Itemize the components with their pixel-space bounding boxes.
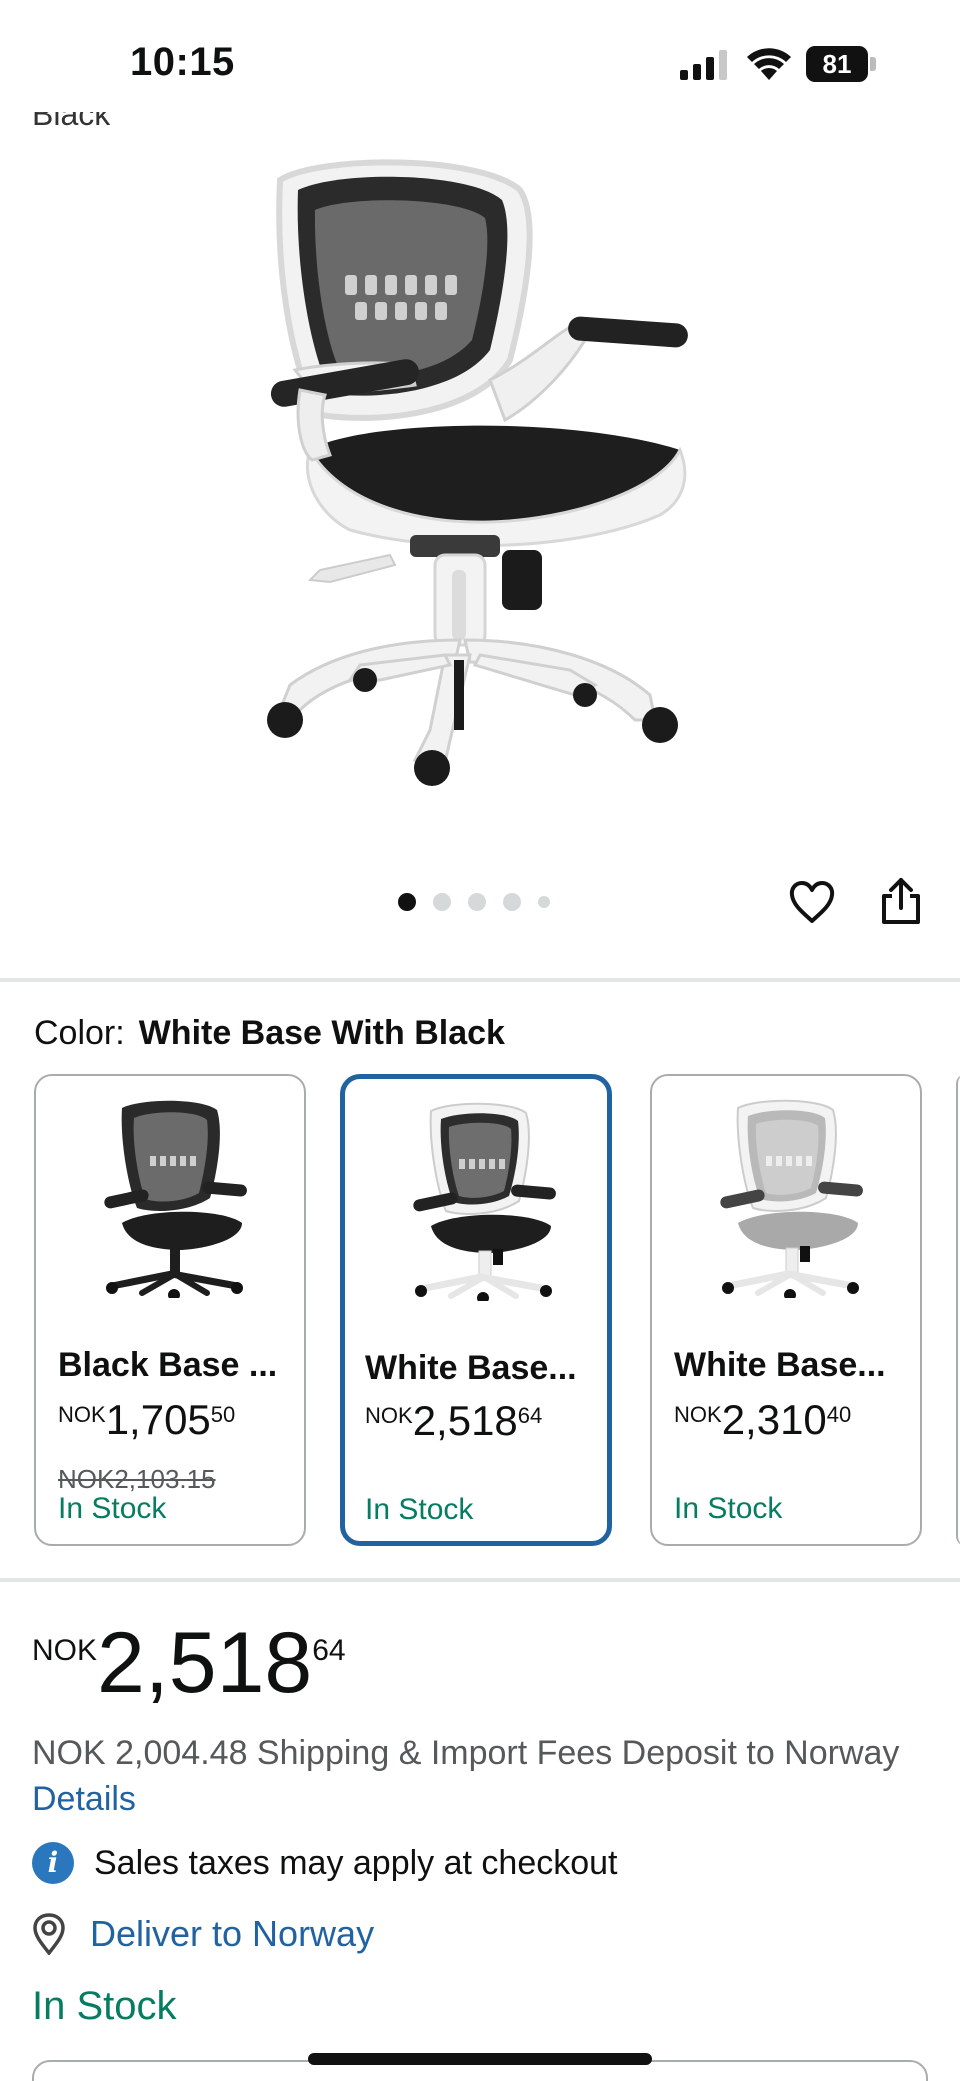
price-currency: NOK bbox=[32, 1634, 98, 1667]
sales-tax-text: Sales taxes may apply at checkout bbox=[94, 1843, 618, 1882]
battery-indicator: 81 bbox=[806, 46, 876, 82]
sales-tax-note: i Sales taxes may apply at checkout bbox=[32, 1840, 618, 1886]
pagination-dot[interactable] bbox=[503, 893, 521, 911]
swatch-price: NOK2,51864 bbox=[365, 1397, 543, 1444]
shipping-text: NOK 2,004.48 Shipping & Import Fees Depo… bbox=[32, 1734, 900, 1772]
swatch-stock-status: In Stock bbox=[58, 1492, 167, 1525]
pagination-dot[interactable] bbox=[468, 893, 486, 911]
swatch-list-price: NOK2,103.15 bbox=[58, 1464, 216, 1494]
heart-icon[interactable] bbox=[788, 878, 836, 926]
price-fraction: 64 bbox=[312, 1634, 346, 1667]
swatch-name: White Base... bbox=[365, 1349, 577, 1387]
swatch-image bbox=[104, 1100, 247, 1298]
image-pagination bbox=[398, 892, 550, 912]
shipping-fees-note: NOK 2,004.48 Shipping & Import Fees Depo… bbox=[32, 1730, 912, 1822]
color-swatch-next-partial[interactable] bbox=[956, 1074, 960, 1546]
section-divider bbox=[0, 1578, 960, 1582]
product-price: NOK2,51864 bbox=[32, 1620, 346, 1706]
swatch-name: Black Base ... bbox=[58, 1346, 278, 1384]
pagination-dot[interactable] bbox=[433, 893, 451, 911]
wifi-icon bbox=[747, 48, 791, 80]
color-swatch-black-base[interactable]: Black Base ... NOK1,70550 NOK2,103.15 In… bbox=[34, 1074, 306, 1546]
status-bar: 10:15 81 bbox=[0, 0, 960, 120]
price-whole: 2,518 bbox=[97, 1615, 313, 1711]
selected-color-value: White Base With Black bbox=[138, 1014, 505, 1052]
swatch-image bbox=[413, 1102, 556, 1301]
home-indicator bbox=[308, 2053, 652, 2065]
status-time: 10:15 bbox=[130, 40, 235, 84]
swatch-image bbox=[720, 1099, 863, 1298]
battery-level: 81 bbox=[822, 49, 852, 79]
clipped-caption: Black bbox=[32, 112, 111, 132]
swatch-stock-status: In Stock bbox=[365, 1493, 474, 1526]
color-label: Color: bbox=[34, 1014, 125, 1052]
swatch-name: White Base... bbox=[674, 1346, 886, 1384]
color-swatch-white-base-grey[interactable]: White Base... NOK2,31040 In Stock bbox=[650, 1074, 922, 1546]
product-image[interactable] bbox=[240, 150, 720, 820]
swatch-price: NOK2,31040 bbox=[674, 1396, 852, 1443]
color-swatch-white-base-black[interactable]: White Base... NOK2,51864 In Stock bbox=[340, 1074, 612, 1546]
share-icon[interactable] bbox=[878, 876, 924, 926]
availability-status: In Stock bbox=[32, 1984, 177, 2028]
swatch-stock-status: In Stock bbox=[674, 1492, 783, 1525]
pagination-dot[interactable] bbox=[398, 893, 416, 911]
deliver-to-link[interactable]: Deliver to Norway bbox=[90, 1913, 374, 1955]
color-selection-label: Color: White Base With Black bbox=[34, 1014, 505, 1053]
section-divider bbox=[0, 978, 960, 982]
pagination-dot[interactable] bbox=[538, 896, 550, 908]
location-pin-icon bbox=[33, 1913, 65, 1955]
cellular-signal-icon bbox=[680, 50, 727, 80]
swatch-price: NOK1,70550 bbox=[58, 1396, 236, 1443]
deliver-to-location[interactable]: Deliver to Norway bbox=[32, 1910, 374, 1958]
info-icon[interactable]: i bbox=[32, 1842, 74, 1884]
shipping-details-link[interactable]: Details bbox=[32, 1780, 136, 1818]
